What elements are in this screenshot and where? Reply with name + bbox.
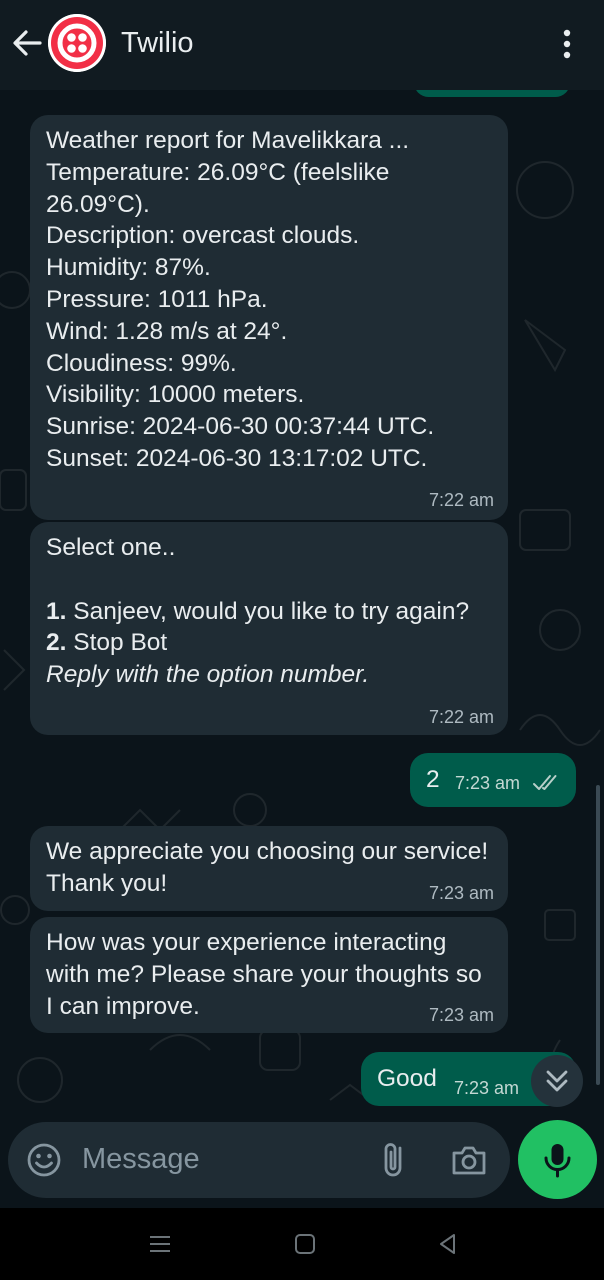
camera-icon[interactable] xyxy=(450,1143,488,1177)
scroll-to-bottom-button[interactable] xyxy=(531,1055,583,1107)
paperclip-icon[interactable] xyxy=(378,1140,412,1180)
incoming-message[interactable]: Select one.. 1. Sanjeev, would you like … xyxy=(30,522,508,735)
arrow-left-icon[interactable] xyxy=(10,26,44,60)
message-time: 7:22 am xyxy=(428,707,494,727)
message-time: 7:23 am xyxy=(428,883,494,903)
more-vert-icon[interactable] xyxy=(555,26,579,62)
conversation[interactable]: Weather report for Mavelikkara ... Tempe… xyxy=(0,90,604,1120)
scrollbar[interactable] xyxy=(596,785,600,1085)
incoming-message[interactable]: How was your experience interacting with… xyxy=(30,917,508,1033)
message-text: Select one.. 1. Sanjeev, would you like … xyxy=(46,532,494,691)
system-navigation-bar xyxy=(0,1208,604,1280)
avatar[interactable] xyxy=(48,14,106,72)
message-time: 7:23 am xyxy=(428,1005,494,1025)
recent-apps-icon[interactable] xyxy=(148,1232,172,1256)
menu-intro: Select one.. xyxy=(46,534,176,561)
outgoing-message[interactable]: 2 7:23 am xyxy=(410,753,576,807)
reply-hint: Reply with the option number. xyxy=(46,661,370,689)
message-time: 7:22 am xyxy=(428,490,494,510)
option-label: Stop Bot xyxy=(66,629,168,657)
mic-icon xyxy=(544,1144,571,1178)
message-composer: Message xyxy=(8,1122,510,1198)
message-time: 7:23 am xyxy=(455,773,521,793)
message-text: We appreciate you choosing our service! … xyxy=(46,838,495,897)
option-number: 2. xyxy=(46,629,67,657)
chat-header: Twilio xyxy=(0,0,604,90)
option-number: 1. xyxy=(46,597,67,625)
contact-name[interactable]: Twilio xyxy=(121,27,194,60)
home-icon[interactable] xyxy=(293,1232,317,1256)
message-time: 7:23 am xyxy=(454,1078,520,1098)
double-chevron-down-icon xyxy=(546,1070,568,1092)
incoming-message[interactable]: We appreciate you choosing our service! … xyxy=(30,826,508,911)
emoji-icon[interactable] xyxy=(26,1142,62,1178)
message-text: How was your experience interacting with… xyxy=(46,929,489,1020)
outgoing-bubble-partial xyxy=(414,90,570,97)
incoming-message[interactable]: Weather report for Mavelikkara ... Tempe… xyxy=(30,115,508,520)
message-text: Weather report for Mavelikkara ... Tempe… xyxy=(46,127,435,472)
option-label: Sanjeev, would you like to try again? xyxy=(66,597,470,625)
message-input[interactable]: Message xyxy=(82,1143,200,1176)
double-check-icon xyxy=(533,775,557,790)
mic-button[interactable] xyxy=(518,1120,597,1199)
back-nav-icon[interactable] xyxy=(436,1232,460,1256)
